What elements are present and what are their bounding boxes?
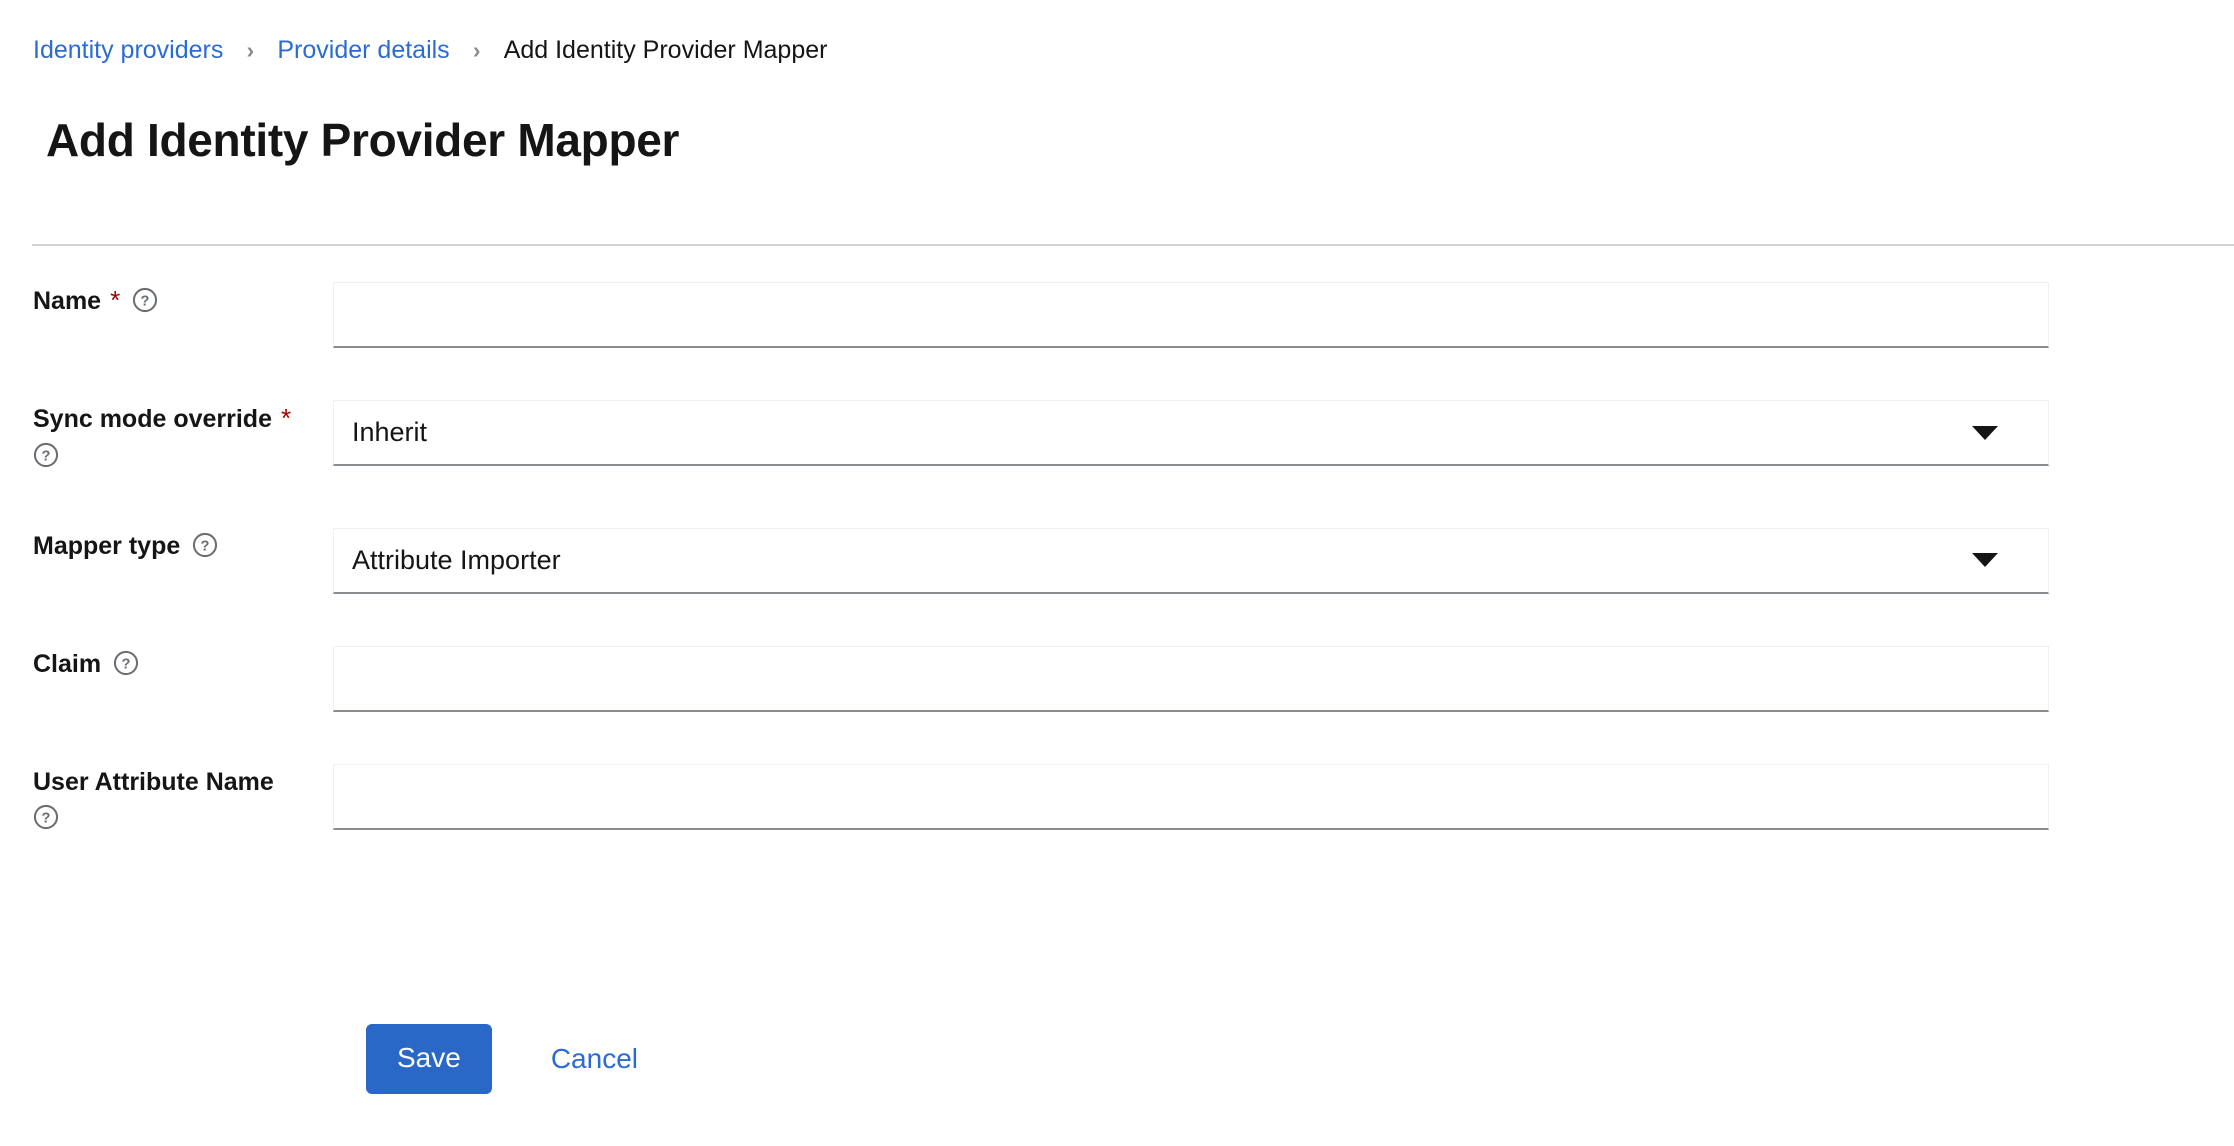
help-circle-icon[interactable]: ? — [132, 287, 158, 313]
control-wrap-user-attribute-name — [333, 763, 2049, 830]
control-wrap-claim — [333, 645, 2049, 712]
save-button[interactable]: Save — [366, 1024, 492, 1094]
required-marker: * — [280, 403, 292, 433]
svg-text:?: ? — [122, 656, 131, 672]
name-input[interactable] — [333, 282, 2049, 348]
breadcrumb-item-identity-providers[interactable]: Identity providers — [33, 37, 223, 63]
svg-text:?: ? — [42, 811, 51, 827]
label-sync-mode-override: Sync mode override * ? — [0, 400, 333, 474]
label-sync-mode-override-text: Sync mode override — [33, 405, 272, 433]
help-circle-icon[interactable]: ? — [113, 650, 139, 676]
user-attribute-name-input[interactable] — [333, 763, 2049, 830]
svg-text:?: ? — [141, 293, 150, 309]
page-title: Add Identity Provider Mapper — [46, 114, 680, 166]
form-row-mapper-type: Mapper type? Attribute Importer — [0, 527, 2234, 594]
svg-text:?: ? — [42, 448, 51, 464]
form-actions: Save Cancel — [366, 1024, 664, 1094]
mapper-type-value: Attribute Importer — [352, 544, 561, 575]
required-marker: * — [110, 285, 121, 315]
label-claim: Claim? — [0, 646, 333, 682]
label-mapper-type-text: Mapper type — [33, 531, 181, 560]
title-divider — [32, 244, 2234, 246]
breadcrumb-separator-icon: › — [246, 36, 255, 63]
label-mapper-type: Mapper type? — [0, 528, 333, 564]
page-root: Identity providers › Provider details › … — [0, 0, 2234, 1146]
label-claim-text: Claim — [33, 649, 102, 678]
sync-mode-override-select[interactable]: Inherit — [333, 400, 2049, 466]
label-name: Name *? — [0, 282, 333, 320]
control-wrap-sync-mode-override: Inherit — [333, 400, 2049, 466]
claim-input[interactable] — [333, 645, 2049, 712]
add-identity-provider-mapper-form: Name *? Sync mode override * ? Inherit Map — [0, 282, 2234, 836]
help-circle-icon[interactable]: ? — [33, 442, 59, 468]
cancel-button[interactable]: Cancel — [525, 1025, 664, 1093]
label-user-attribute-name: User Attribute Name ? — [0, 764, 333, 837]
help-circle-icon[interactable]: ? — [192, 532, 218, 558]
breadcrumb: Identity providers › Provider details › … — [0, 0, 2234, 68]
chevron-down-icon — [1972, 553, 1998, 568]
svg-text:?: ? — [201, 538, 210, 554]
form-row-name: Name *? — [0, 282, 2234, 348]
form-row-sync-mode-override: Sync mode override * ? Inherit — [0, 400, 2234, 474]
control-wrap-name — [333, 282, 2049, 348]
form-row-user-attribute-name: User Attribute Name ? — [0, 763, 2234, 837]
control-wrap-mapper-type: Attribute Importer — [333, 527, 2049, 594]
label-user-attribute-name-text: User Attribute Name — [33, 767, 274, 796]
form-row-claim: Claim? — [0, 645, 2234, 712]
breadcrumb-item-provider-details[interactable]: Provider details — [277, 37, 449, 63]
mapper-type-select[interactable]: Attribute Importer — [333, 527, 2049, 594]
breadcrumb-item-current: Add Identity Provider Mapper — [503, 35, 828, 64]
help-circle-icon[interactable]: ? — [33, 804, 59, 830]
chevron-down-icon — [1972, 425, 1998, 440]
sync-mode-override-value: Inherit — [352, 417, 428, 447]
breadcrumb-separator-icon: › — [472, 36, 481, 63]
label-name-text: Name — [33, 287, 102, 315]
